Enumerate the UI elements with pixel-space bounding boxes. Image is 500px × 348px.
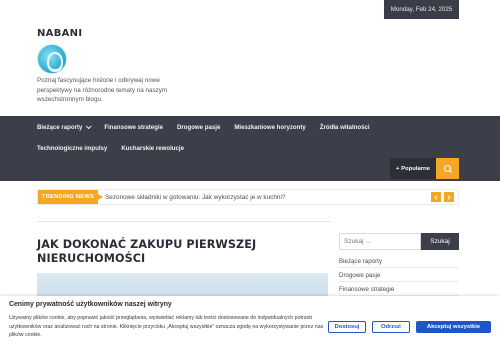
nav-item-mieszkaniowe-horyzonty[interactable]: Mieszkaniowe horyzonty — [234, 124, 305, 131]
sidebar-link-drogowe-pasje[interactable]: Drogowe pasje — [339, 268, 459, 282]
trending-headline-link[interactable]: Sezonowe składniki w gotowaniu: Jak wyko… — [105, 190, 285, 204]
nav-actions: + Popularne — [390, 158, 459, 179]
top-bar: Monday, Feb 24, 2025 — [0, 0, 500, 21]
nav-item-biezace-raporty[interactable]: Bieżące raporty — [37, 123, 92, 131]
site-tagline: Poznaj fascynujące historie i odkrywaj n… — [37, 77, 168, 104]
trending-next-button[interactable] — [444, 192, 454, 202]
page: Monday, Feb 24, 2025 NABANI Poznaj fascy… — [0, 0, 500, 348]
trending-label: TRENDING NEWS — [38, 190, 103, 204]
site-title[interactable]: NABANI — [37, 28, 82, 39]
trending-prev-button[interactable] — [431, 192, 441, 202]
nav-item-finansowe-strategie[interactable]: Finansowe strategie — [104, 124, 163, 131]
nav-item-zrodla-witalnosci[interactable]: Źródła witalności — [320, 124, 370, 131]
search-icon — [443, 164, 452, 173]
sidebar-link-finansowe-strategie[interactable]: Finansowe strategie — [339, 282, 459, 296]
nav-item-label: Bieżące raporty — [37, 123, 83, 131]
sidebar-search-input[interactable] — [339, 233, 421, 250]
sidebar-search: Szukaj — [339, 233, 459, 250]
chevron-right-icon — [446, 194, 451, 200]
content-divider — [37, 221, 331, 222]
trending-news-bar: TRENDING NEWS Sezonowe składniki w gotow… — [37, 189, 459, 205]
cookie-consent-banner: Cenimy prywatność użytkowników naszej wi… — [0, 296, 500, 348]
sidebar-search-button[interactable]: Szukaj — [421, 233, 459, 250]
search-button[interactable] — [436, 158, 459, 179]
cookie-accept-all-button[interactable]: Akceptuj wszystkie — [416, 321, 491, 333]
cookie-reject-button[interactable]: Odrzuć — [372, 321, 410, 333]
site-logo-icon[interactable] — [37, 44, 67, 74]
cookie-description: Używamy plików cookie, aby poprawić jako… — [9, 315, 324, 339]
popular-button[interactable]: + Popularne — [390, 158, 436, 179]
sidebar-link-biezace-raporty[interactable]: Bieżące raporty — [339, 254, 459, 268]
chevron-left-icon — [434, 194, 439, 200]
chevron-down-icon — [86, 123, 92, 130]
date-display: Monday, Feb 24, 2025 — [384, 0, 459, 19]
article-title: JAK DOKONAĆ ZAKUPU PIERWSZEJ NIERUCHOMOŚ… — [37, 238, 257, 265]
nav-item-kucharskie-rewolucje[interactable]: Kucharskie rewolucje — [121, 145, 184, 152]
sidebar-category-list: Bieżące raporty Drogowe pasje Finansowe … — [339, 254, 459, 296]
nav-item-drogowe-pasje[interactable]: Drogowe pasje — [177, 124, 220, 131]
nav-item-technologiczne-impulsy[interactable]: Technologiczne impulsy — [37, 145, 107, 152]
cookie-customize-button[interactable]: Dostosuj — [328, 321, 366, 333]
cookie-title: Cenimy prywatność użytkowników naszej wi… — [9, 301, 172, 308]
